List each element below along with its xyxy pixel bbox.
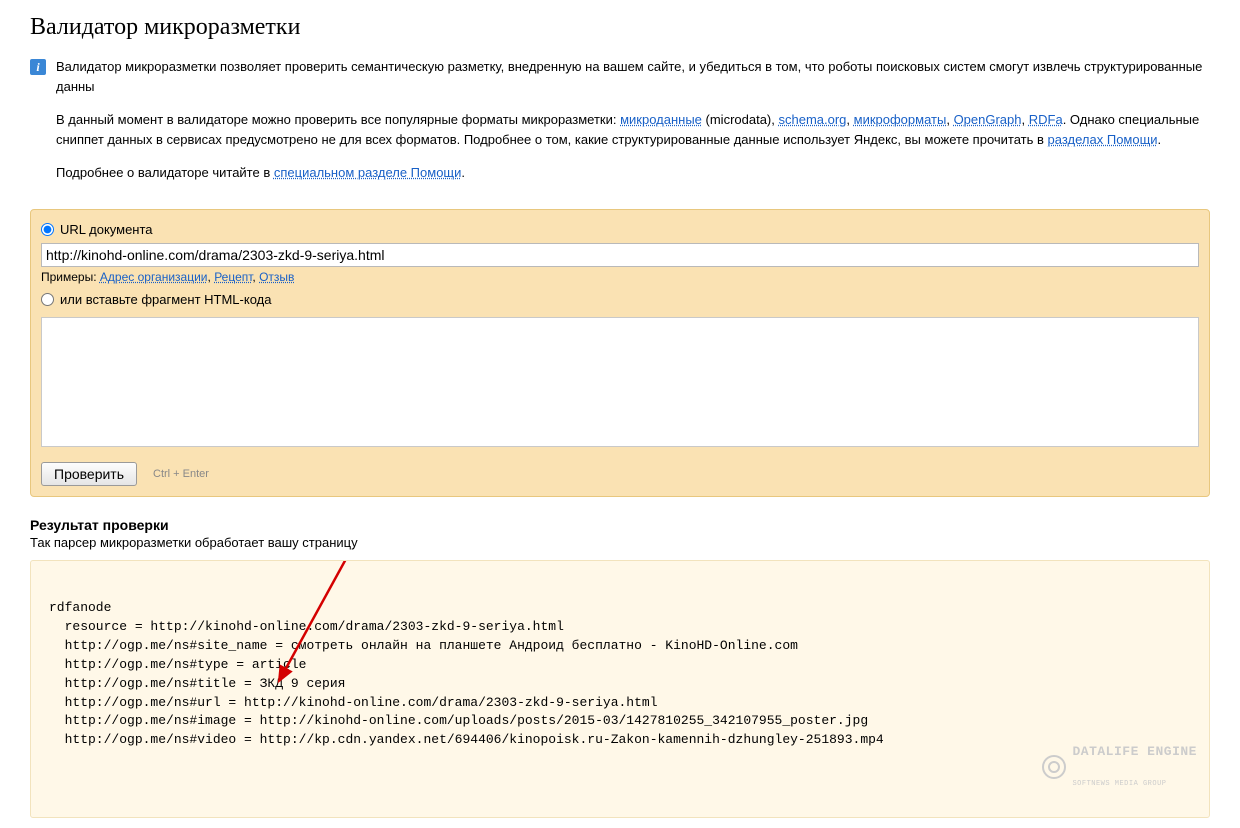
text: .: [1158, 132, 1162, 147]
info-icon: i: [30, 59, 46, 75]
watermark-text: DATALIFE ENGINE SOFTNEWS MEDIA GROUP: [1072, 723, 1197, 811]
example-review[interactable]: Отзыв: [259, 270, 294, 284]
info-paragraph-1: Валидатор микроразметки позволяет провер…: [56, 57, 1210, 96]
page-title: Валидатор микроразметки: [30, 14, 1210, 41]
result-block: Результат проверки Так парсер микроразме…: [30, 517, 1210, 818]
text: ,: [846, 112, 853, 127]
info-text: Валидатор микроразметки позволяет провер…: [56, 57, 1210, 197]
link-microdata[interactable]: микроданные: [620, 112, 702, 127]
info-paragraph-3: Подробнее о валидаторе читайте в специал…: [56, 163, 1210, 183]
text: Подробнее о валидаторе читайте в: [56, 165, 274, 180]
link-help-sections[interactable]: разделах Помощи: [1048, 132, 1158, 147]
result-line: http://ogp.me/ns#title = ЗКД 9 серия: [49, 676, 345, 691]
example-recipe[interactable]: Рецепт: [214, 270, 252, 284]
result-line: http://ogp.me/ns#type = article: [49, 657, 306, 672]
result-title: Результат проверки: [30, 517, 1210, 533]
link-schema[interactable]: schema.org: [778, 112, 846, 127]
radio-url-row: URL документа: [41, 222, 1199, 237]
text: (microdata),: [702, 112, 779, 127]
text: .: [461, 165, 465, 180]
examples-row: Примеры: Адрес организации, Рецепт, Отзы…: [41, 270, 1199, 284]
result-line: http://ogp.me/ns#image = http://kinohd-o…: [49, 713, 868, 728]
text: ,: [1022, 112, 1029, 127]
radio-html-row: или вставьте фрагмент HTML-кода: [41, 292, 1199, 307]
result-line: resource = http://kinohd-online.com/dram…: [49, 619, 564, 634]
html-textarea[interactable]: [41, 317, 1199, 447]
watermark-sub: SOFTNEWS MEDIA GROUP: [1072, 781, 1197, 789]
submit-button[interactable]: Проверить: [41, 462, 137, 486]
info-block: i Валидатор микроразметки позволяет пров…: [30, 57, 1210, 197]
result-panel: rdfanode resource = http://kinohd-online…: [30, 560, 1210, 818]
result-line: rdfanode: [49, 600, 111, 615]
form-panel: URL документа Примеры: Адрес организации…: [30, 209, 1210, 497]
submit-row: Проверить Ctrl + Enter: [41, 462, 1199, 486]
link-opengraph[interactable]: OpenGraph: [954, 112, 1022, 127]
radio-html-label: или вставьте фрагмент HTML-кода: [60, 292, 271, 307]
result-line: http://ogp.me/ns#video = http://kp.cdn.y…: [49, 732, 884, 747]
radio-url-label: URL документа: [60, 222, 153, 237]
text: ,: [946, 112, 953, 127]
link-microformats[interactable]: микроформаты: [854, 112, 947, 127]
watermark-main: DATALIFE ENGINE: [1072, 745, 1197, 759]
link-rdfa[interactable]: RDFa: [1029, 112, 1063, 127]
example-org-address[interactable]: Адрес организации: [100, 270, 208, 284]
link-special-help[interactable]: специальном разделе Помощи: [274, 165, 462, 180]
submit-hint: Ctrl + Enter: [153, 468, 209, 480]
watermark: DATALIFE ENGINE SOFTNEWS MEDIA GROUP: [1042, 723, 1197, 811]
result-line: http://ogp.me/ns#site_name = смотреть он…: [49, 638, 798, 653]
examples-label: Примеры:: [41, 270, 100, 284]
radio-url[interactable]: [41, 223, 54, 236]
info-paragraph-2: В данный момент в валидаторе можно прове…: [56, 110, 1210, 149]
radio-html[interactable]: [41, 293, 54, 306]
url-input[interactable]: [41, 243, 1199, 267]
watermark-icon: [1042, 755, 1066, 779]
text: В данный момент в валидаторе можно прове…: [56, 112, 620, 127]
result-subtitle: Так парсер микроразметки обработает вашу…: [30, 535, 1210, 550]
result-line: http://ogp.me/ns#url = http://kinohd-onl…: [49, 695, 658, 710]
